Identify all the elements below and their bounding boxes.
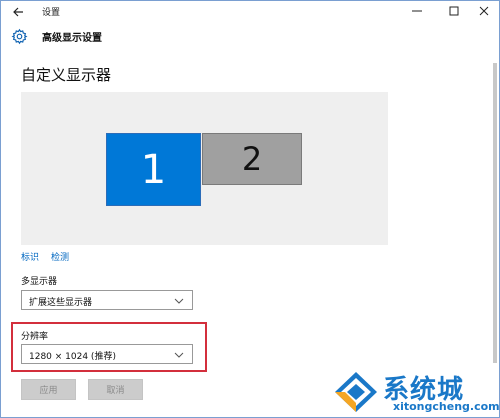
settings-header: 高级显示设置 [1, 23, 499, 49]
multiple-displays-label: 多显示器 [21, 277, 58, 287]
chevron-down-icon [174, 352, 184, 358]
watermark: 系统城 xitongcheng.com [333, 368, 500, 416]
back-button[interactable] [9, 3, 29, 21]
close-button[interactable] [472, 2, 496, 20]
detect-link[interactable]: 检测 [51, 250, 69, 263]
window-title: 设置 [42, 8, 61, 18]
resolution-dropdown[interactable]: 1280 × 1024 (推荐) [21, 344, 193, 364]
apply-button[interactable]: 应用 [21, 379, 76, 400]
title-bar: 设置 [1, 1, 499, 23]
display-arrangement-area: 1 2 [21, 92, 388, 245]
page-title: 自定义显示器 [21, 66, 112, 84]
maximize-button[interactable] [442, 2, 466, 20]
resolution-value: 1280 × 1024 (推荐) [29, 352, 116, 362]
minimize-icon [412, 10, 422, 12]
header-title: 高级显示设置 [42, 33, 102, 44]
identify-link[interactable]: 标识 [21, 250, 39, 263]
back-arrow-icon [13, 7, 23, 17]
settings-window: 设置 高级显示设置 自定义显示器 1 2 标识 检测 多显示器 扩展这些显示器 … [0, 0, 500, 418]
monitor-2-label: 2 [241, 140, 263, 178]
scrollbar-thumb[interactable] [493, 63, 497, 363]
monitor-2[interactable]: 2 [202, 133, 302, 185]
close-icon [479, 6, 489, 16]
chevron-down-icon [174, 298, 184, 304]
cancel-button[interactable]: 取消 [88, 379, 143, 400]
maximize-icon [449, 6, 459, 16]
multiple-displays-dropdown[interactable]: 扩展这些显示器 [21, 290, 193, 310]
resolution-label: 分辨率 [21, 332, 49, 342]
gear-icon [11, 28, 28, 45]
monitor-1-label: 1 [140, 146, 167, 193]
monitor-1[interactable]: 1 [106, 133, 201, 206]
multiple-displays-value: 扩展这些显示器 [29, 298, 93, 308]
watermark-text-en: xitongcheng.com [393, 400, 500, 413]
minimize-button[interactable] [405, 2, 429, 20]
xitongcheng-logo-icon [335, 372, 377, 412]
